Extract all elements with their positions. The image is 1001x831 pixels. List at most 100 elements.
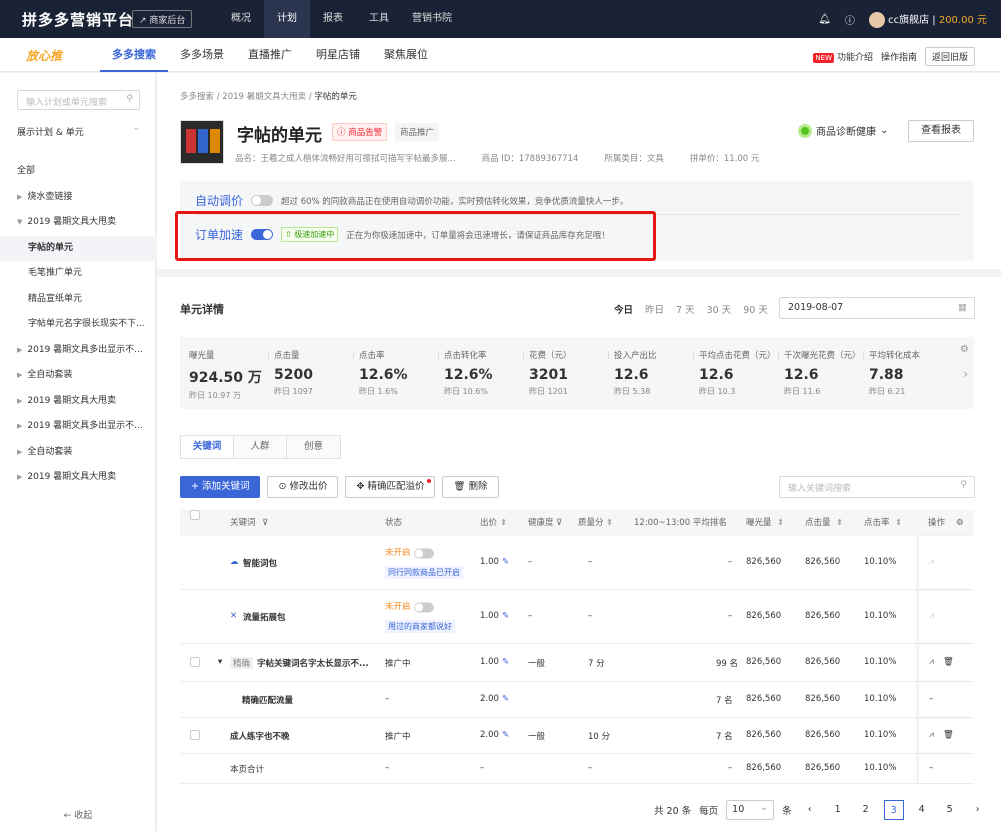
guide-link[interactable]: 操作指南 [881,50,917,63]
sidebar-tree-item[interactable]: ▶ 烧水壶链接 [0,185,156,211]
gear-icon[interactable]: ⚙ [960,344,969,355]
account[interactable]: cc旗舰店 | 200.00 元 [868,11,987,28]
edit-icon[interactable]: ✎ [502,611,509,621]
product-alarm-badge[interactable]: ⓘ 商品告警 [332,123,388,141]
sidebar-search-input[interactable]: 输入计划或单元搜索 ⚲ [17,90,140,110]
edit-icon[interactable]: ✎ [502,657,509,667]
keyword-name[interactable]: 精确匹配流量 [242,694,293,706]
column-header[interactable]: 出价 [480,510,497,536]
sidebar-filter-select[interactable]: 展示计划 & 单元 ⌄ [17,123,140,138]
health-dropdown[interactable]: 商品诊断健康 ⌄ [798,123,888,138]
filter-icon[interactable]: ⊽ [556,510,562,536]
top-nav-item[interactable]: 工具 [356,0,402,38]
sidebar-tree-item[interactable]: ▶ 2019 暑期文具大甩卖 [0,389,156,415]
keyword-name[interactable]: 流量拓展包 [243,611,286,623]
sidebar-tree-item[interactable]: 字帖单元名字很长现实不下... [0,312,156,338]
sub-tab[interactable]: 多多场景 [168,38,236,72]
modify-bid-button[interactable]: ⊙ 修改出价 [267,476,339,498]
status-toggle[interactable] [414,602,434,613]
date-range-option[interactable]: 昨日 [645,302,664,316]
top-nav-item[interactable]: 营销书院 [402,0,462,38]
sidebar-tree-item[interactable]: 毛笔推广单元 [0,261,156,287]
feature-intro-link[interactable]: NEW 功能介绍 [813,50,873,63]
column-header[interactable]: 点击量 [805,510,831,536]
column-header[interactable]: 质量分 [578,510,604,536]
edit-icon[interactable]: ✎ [502,557,509,567]
column-header[interactable]: 健康度 [528,510,554,536]
tab[interactable]: 创意 [287,436,340,458]
keyword-search-input[interactable]: 输入关键词搜索 ⚲ [779,476,975,498]
sort-icon[interactable]: ⬍ [895,510,902,536]
page-number[interactable]: 3 [883,800,904,820]
view-report-button[interactable]: 查看报表 [908,120,974,142]
sidebar-tree-item[interactable]: 字帖的单元 [0,235,156,261]
sort-icon[interactable]: ⬍ [777,510,784,536]
keyword-name[interactable]: 智能词包 [243,557,277,569]
top-nav-item[interactable]: 概况 [218,0,264,38]
date-range-option[interactable]: 今日 [614,302,633,316]
tab[interactable]: 关键词 [181,436,234,458]
sub-tab[interactable]: 直播推广 [236,38,304,72]
sidebar-tree-item[interactable]: ▶ 2019 暑期文具大甩卖 [0,465,156,491]
chart-icon[interactable]: ⩘ [929,730,934,740]
date-range-option[interactable]: 7 天 [676,302,695,316]
sidebar-tree-item[interactable]: 精品宣纸单元 [0,287,156,313]
prev-page-icon[interactable]: ‹ [800,800,820,820]
next-page-icon[interactable]: › [968,800,988,820]
status-toggle[interactable] [414,548,434,559]
edit-icon[interactable]: ✎ [502,694,509,704]
sub-tab[interactable]: 聚焦展位 [372,38,440,72]
help-icon[interactable]: ⓘ [845,12,855,27]
edit-icon[interactable]: ✎ [502,730,509,740]
sidebar-tree-item[interactable]: ▶ 2019 暑期文具多出显示不... [0,338,156,364]
sidebar-tree-item[interactable]: ▼ 2019 暑期文具大甩卖 [0,210,156,236]
chart-icon[interactable]: ⩘ [929,611,934,621]
merchant-backend-button[interactable]: ↗ 商家后台 [132,10,193,28]
page-number[interactable]: 1 [828,800,848,820]
column-header[interactable]: 关键词 [230,510,256,536]
select-all-checkbox[interactable] [190,510,200,520]
add-keyword-button[interactable]: + 添加关键词 [180,476,261,498]
exact-match-button[interactable]: ✥ 精确匹配溢价 [345,476,436,498]
chart-icon[interactable]: ⩘ [929,657,934,667]
column-header[interactable]: 状态 [385,510,402,536]
sidebar-tree-item[interactable]: ▶ 2019 暑期文具多出显示不... [0,414,156,440]
top-nav-item[interactable]: 计划 [264,0,310,38]
date-range-option[interactable]: 30 天 [707,302,732,316]
gear-icon[interactable]: ⚙ [956,510,964,536]
collapse-sidebar-button[interactable]: ← 收起 [0,808,156,821]
keyword-name[interactable]: 字帖关键词名字太长显示不... [257,657,369,669]
page-number[interactable]: 4 [912,800,932,820]
column-header[interactable]: 曝光量 [746,510,772,536]
sub-tab[interactable]: 明星店铺 [304,38,372,72]
column-header[interactable]: 12:00~13:00 平均排名 [634,510,727,536]
sort-icon[interactable]: ⬍ [500,510,507,536]
date-range-option[interactable]: 90 天 [743,302,768,316]
chart-icon[interactable]: ⩘ [929,557,934,567]
page-number[interactable]: 5 [940,800,960,820]
bell-icon[interactable]: 🔔︎ [818,14,831,25]
expand-icon[interactable]: ▾ [218,657,222,667]
sidebar-tree-item[interactable]: ▶ 全自动套装 [0,363,156,389]
auto-bid-toggle[interactable] [251,195,274,206]
date-picker[interactable]: 2019-08-07 ▦ [779,297,975,319]
page-number[interactable]: 2 [856,800,876,820]
trash-icon[interactable]: 🗑︎ [943,657,954,667]
sub-tab[interactable]: 多多搜索 [100,38,168,72]
column-header[interactable]: 操作 [928,510,945,536]
old-version-button[interactable]: 返回旧版 [924,47,975,66]
chevron-right-icon[interactable]: › [963,367,968,381]
keyword-name[interactable]: 成人练字也不晚 [230,730,290,742]
sort-icon[interactable]: ⬍ [836,510,843,536]
sort-icon[interactable]: ⬍ [718,510,725,536]
page-size-select[interactable]: 10 ⌄ [726,800,775,820]
filter-icon[interactable]: ⊽ [262,510,268,536]
tab[interactable]: 人群 [234,436,287,458]
sidebar-tree-item[interactable]: ▶ 全自动套装 [0,440,156,466]
trash-icon[interactable]: 🗑︎ [943,730,954,740]
delete-button[interactable]: 🗑︎ 删除 [442,476,499,498]
sidebar-tree-item[interactable]: 全部 [0,159,156,185]
top-nav-item[interactable]: 报表 [310,0,356,38]
sort-icon[interactable]: ⬍ [606,510,613,536]
column-header[interactable]: 点击率 [864,510,890,536]
